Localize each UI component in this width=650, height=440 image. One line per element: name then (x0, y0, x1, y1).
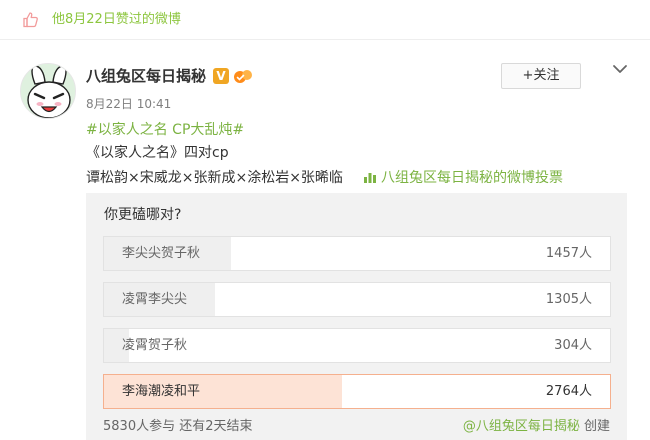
poll-option-count: 304人 (554, 338, 592, 353)
follow-button-label: +关注 (522, 68, 560, 83)
post-time[interactable]: 8月22日 10:41 (86, 96, 171, 112)
poll-option[interactable]: 凌霄贺子秋 304人 (103, 328, 611, 363)
poll-option-label: 李尖尖贺子秋 (122, 246, 201, 261)
poll-option-label: 凌霄李尖尖 (122, 292, 188, 307)
poll-link-label: 八组兔区每日揭秘的微博投票 (381, 170, 563, 186)
poll-option-label: 李海潮凌和平 (122, 384, 201, 399)
poll-option[interactable]: 凌霄李尖尖 1305人 (103, 282, 611, 317)
chevron-down-icon[interactable] (612, 63, 628, 75)
liked-notice-bar: 他8月22日赞过的微博 (0, 0, 650, 40)
poll-creator-suffix: 创建 (579, 419, 610, 434)
avatar[interactable] (20, 63, 76, 119)
poll-stats: 5830人参与 还有2天结束 (103, 419, 253, 434)
poll-option-label: 凌霄贺子秋 (122, 338, 188, 353)
poll-creator-link[interactable]: @八组兔区每日揭秘 (463, 419, 580, 434)
avatar-bunny-image (21, 64, 75, 118)
liked-notice-text: 他8月22日赞过的微博 (52, 12, 181, 27)
poll-option-count: 2764人 (545, 384, 592, 399)
hashtag-link[interactable]: #以家人之名 CP大乱炖# (86, 121, 244, 139)
poll-question: 你更磕哪对? (104, 207, 182, 223)
follow-button[interactable]: +关注 (501, 63, 581, 89)
poll-option-leading[interactable]: 李海潮凌和平 2764人 (103, 374, 611, 409)
thumbs-up-icon (23, 12, 38, 28)
poll-option[interactable]: 李尖尖贺子秋 1457人 (103, 236, 611, 271)
post-text-line: 谭松韵×宋威龙×张新成×涂松岩×张晞临 (86, 170, 343, 186)
post-text-line: 《以家人之名》四对cp (86, 145, 229, 161)
weibo-post-card: 八组兔区每日揭秘 V 8月22日 10:41 +关注 #以家人之名 CP大乱炖#… (0, 41, 650, 440)
poll-card: 你更磕哪对? 李尖尖贺子秋 1457人 凌霄李尖尖 1305人 凌霄贺子秋 30… (86, 193, 627, 440)
poll-chart-icon (364, 173, 376, 183)
verified-v-icon[interactable]: V (213, 68, 229, 84)
poll-option-count: 1305人 (545, 292, 592, 307)
poll-creator-info: @八组兔区每日揭秘 创建 (463, 419, 610, 435)
poll-option-count: 1457人 (545, 246, 592, 261)
poll-link[interactable]: 八组兔区每日揭秘的微博投票 (363, 169, 563, 187)
author-name[interactable]: 八组兔区每日揭秘 (86, 66, 206, 86)
member-icon[interactable] (233, 67, 253, 85)
